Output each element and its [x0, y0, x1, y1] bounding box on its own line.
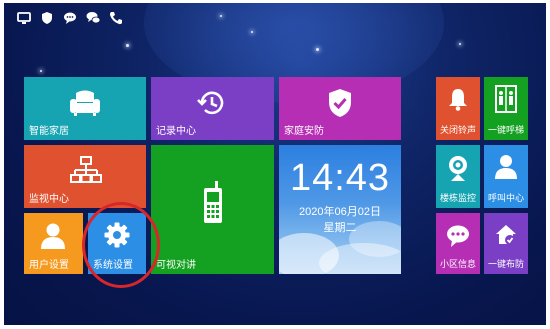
star [40, 70, 42, 72]
star [459, 43, 461, 45]
user-icon [495, 154, 517, 185]
clock-date: 2020年06月02日 [299, 206, 381, 218]
elevator-icon [495, 85, 517, 118]
monitor-icon [16, 10, 32, 26]
user-icon [40, 222, 66, 255]
tile-label: 关闭铃声 [439, 125, 476, 135]
clock-time: 14:43 [289, 157, 391, 199]
tile-label: 监视中心 [29, 194, 69, 205]
home-shield-icon [494, 223, 518, 252]
tile-call-center[interactable]: 呼叫中心 [484, 145, 528, 208]
tile-label: 家庭安防 [284, 126, 324, 137]
tile-records[interactable]: 记录中心 [151, 77, 274, 140]
sofa-icon [68, 89, 102, 122]
tile-home-security[interactable]: 家庭安防 [279, 77, 401, 140]
tile-label: 楼栋监控 [439, 193, 476, 203]
clock-widget: 14:43 2020年06月02日 星期二 [279, 145, 401, 274]
phone-icon [108, 10, 124, 26]
tile-monitor[interactable]: 监视中心 [24, 145, 146, 208]
tile-label: 智能家居 [29, 126, 69, 137]
message-icon [446, 224, 470, 253]
chat-icon [85, 10, 101, 26]
tile-one-key-arm[interactable]: 一键布防 [484, 213, 528, 274]
status-bar [16, 9, 124, 27]
tile-label: 记录中心 [156, 126, 196, 137]
message-icon [62, 10, 78, 26]
shield-icon [39, 10, 55, 26]
tile-label: 一键布防 [487, 259, 524, 269]
bell-icon [447, 87, 469, 116]
clock-weekday: 星期二 [323, 222, 357, 234]
tile-user-settings[interactable]: 用户设置 [24, 213, 83, 274]
network-icon [70, 155, 102, 190]
tile-smart-home[interactable]: 智能家居 [24, 77, 146, 140]
star [126, 44, 129, 47]
tile-call-elevator[interactable]: 一键呼梯 [484, 77, 528, 140]
intercom-phone-icon [202, 181, 224, 230]
tile-label: 一键呼梯 [487, 125, 524, 135]
highlight-ring [82, 202, 160, 288]
tile-video-intercom[interactable]: 可视对讲 [151, 145, 274, 274]
tile-label: 用户设置 [29, 260, 69, 271]
tile-label: 呼叫中心 [487, 193, 524, 203]
tile-label: 小区信息 [439, 259, 476, 269]
tile-community-info[interactable]: 小区信息 [436, 213, 480, 274]
star [251, 31, 253, 33]
tile-building-monitor[interactable]: 楼栋监控 [436, 145, 480, 208]
tile-label: 可视对讲 [156, 260, 196, 271]
tile-mute-ringtone[interactable]: 关闭铃声 [436, 77, 480, 140]
star [220, 15, 222, 17]
shield-check-icon [326, 87, 354, 124]
star [316, 48, 319, 51]
camera-icon [447, 155, 469, 188]
history-clock-icon [196, 87, 228, 124]
launcher-screen: 智能家居 记录中心 家庭安防 监视中心 可视对讲 14:43 2020年06月0… [4, 3, 546, 325]
